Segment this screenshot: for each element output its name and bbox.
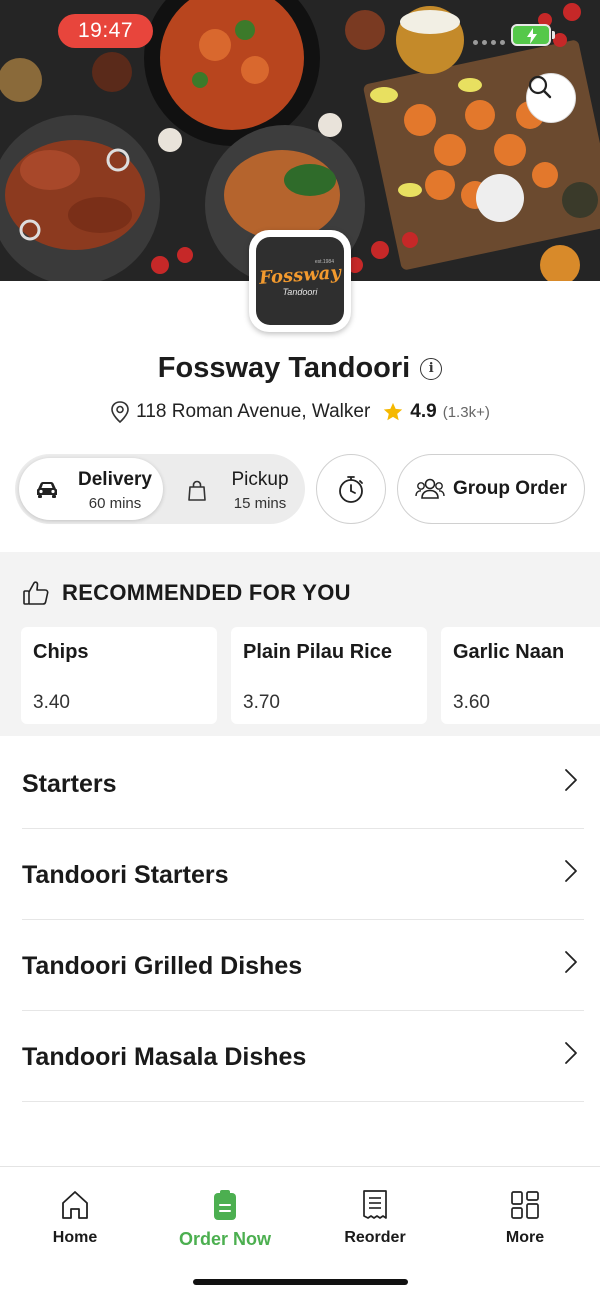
thumbs-up-icon <box>23 581 49 605</box>
pickup-time: 15 mins <box>233 495 287 512</box>
nav-order-now-label: Order Now <box>178 1229 271 1249</box>
star-icon <box>384 402 403 421</box>
restaurant-name: Fossway Tandoori <box>157 352 411 384</box>
delivery-time: 60 mins <box>88 495 142 512</box>
recommended-item[interactable]: Plain Pilau Rice 3.70 <box>231 627 427 724</box>
logo-badge: est.1984 Fossway Tandoori <box>256 237 344 325</box>
category-row-tandoori-masala[interactable]: Tandoori Masala Dishes <box>22 1011 584 1102</box>
nav-home[interactable]: Home <box>0 1189 150 1247</box>
search-button[interactable] <box>526 73 576 123</box>
recommended-item-name: Garlic Naan <box>453 641 565 663</box>
schedule-button[interactable] <box>316 454 386 524</box>
chevron-right-icon <box>565 1042 577 1064</box>
recommended-header: RECOMMENDED FOR YOU <box>22 580 351 606</box>
restaurant-address[interactable]: 118 Roman Avenue, Walker <box>136 401 370 423</box>
home-icon <box>62 1191 88 1219</box>
pickup-text: Pickup 15 mins <box>217 469 303 512</box>
charging-bolt-icon <box>527 28 537 44</box>
restaurant-logo: est.1984 Fossway Tandoori <box>249 230 351 332</box>
shopping-bag-icon <box>188 480 206 501</box>
signal-icon <box>473 40 505 45</box>
stopwatch-icon <box>339 476 363 503</box>
order-icon <box>214 1190 236 1220</box>
location-pin-icon <box>111 401 129 424</box>
category-label: Tandoori Starters <box>22 861 229 889</box>
pickup-label: Pickup <box>231 469 289 490</box>
recommended-item[interactable]: Garlic Naan 3.60 <box>441 627 600 724</box>
rating-value: 4.9 <box>410 401 437 422</box>
search-icon <box>528 75 552 99</box>
logo-sub: Tandoori <box>282 287 318 297</box>
nav-more-label: More <box>505 1229 545 1246</box>
recommended-section: RECOMMENDED FOR YOU Chips 3.40 Plain Pil… <box>0 552 600 736</box>
logo-name: Fossway <box>258 262 342 289</box>
group-order-label: Group Order <box>452 478 567 499</box>
nav-reorder[interactable]: Reorder <box>300 1189 450 1247</box>
order-mode-toggle: Delivery 60 mins Pickup 15 mins <box>15 454 305 524</box>
chevron-right-icon <box>565 769 577 791</box>
receipt-icon <box>363 1190 387 1219</box>
restaurant-meta: 118 Roman Avenue, Walker 4.9 (1.3k+) <box>0 400 600 424</box>
car-icon <box>37 482 57 498</box>
category-label: Tandoori Grilled Dishes <box>22 952 303 980</box>
nav-more[interactable]: More <box>450 1189 600 1247</box>
nav-order-now[interactable]: Order Now <box>150 1189 300 1250</box>
recommended-item-price: 3.60 <box>453 692 490 713</box>
grid-icon <box>511 1191 539 1219</box>
restaurant-header: Fossway Tandoori i <box>0 352 600 385</box>
chevron-right-icon <box>565 860 577 882</box>
delivery-option[interactable]: Delivery 60 mins <box>19 458 163 520</box>
category-label: Starters <box>22 770 117 798</box>
info-icon[interactable]: i <box>420 357 443 380</box>
chevron-right-icon <box>565 951 577 973</box>
recommended-title: RECOMMENDED FOR YOU <box>62 580 351 605</box>
recommended-item[interactable]: Chips 3.40 <box>21 627 217 724</box>
pickup-option[interactable]: Pickup 15 mins <box>183 458 301 520</box>
recommended-item-name: Chips <box>33 641 89 663</box>
group-icon <box>415 478 445 499</box>
status-time: 19:47 <box>58 14 153 48</box>
category-label: Tandoori Masala Dishes <box>22 1043 307 1071</box>
category-row-starters[interactable]: Starters <box>22 738 584 829</box>
recommended-item-name: Plain Pilau Rice <box>243 641 392 663</box>
rating-count: (1.3k+) <box>442 403 490 421</box>
home-indicator[interactable] <box>193 1279 408 1285</box>
delivery-label: Delivery <box>78 469 152 490</box>
group-order-button[interactable]: Group Order <box>397 454 585 524</box>
recommended-item-price: 3.70 <box>243 692 280 713</box>
recommended-item-price: 3.40 <box>33 692 70 713</box>
nav-reorder-label: Reorder <box>344 1229 406 1246</box>
battery-icon <box>511 24 555 46</box>
category-row-tandoori-starters[interactable]: Tandoori Starters <box>22 829 584 920</box>
category-row-tandoori-grilled[interactable]: Tandoori Grilled Dishes <box>22 920 584 1011</box>
delivery-text: Delivery 60 mins <box>67 469 163 512</box>
nav-home-label: Home <box>52 1229 98 1246</box>
